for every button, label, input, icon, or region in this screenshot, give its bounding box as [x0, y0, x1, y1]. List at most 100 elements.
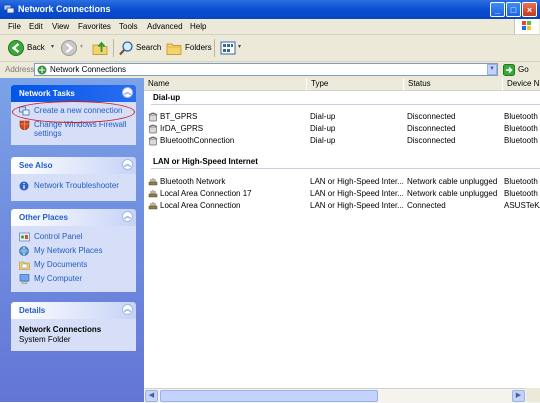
connection-row[interactable]: BluetoothConnection Dial-up Disconnected… — [146, 135, 540, 147]
menu-advanced[interactable]: Advanced — [147, 21, 183, 32]
menu-favorites[interactable]: Favorites — [78, 21, 111, 32]
my-documents-icon — [19, 261, 30, 270]
other-places-header[interactable]: Other Places ︽ — [11, 209, 136, 226]
group-header-lan: LAN or High-Speed Internet — [153, 157, 258, 166]
group-header-dial-up: Dial-up — [153, 93, 181, 102]
row-device: Bluetooth — [504, 136, 538, 145]
my-documents-label: My Documents — [34, 260, 88, 269]
connection-row[interactable]: Local Area Connection 17 LAN or High-Spe… — [146, 188, 540, 200]
window-title: Network Connections — [18, 4, 111, 14]
views-icon[interactable] — [220, 40, 236, 56]
search-button[interactable]: Search — [136, 43, 161, 53]
control-panel-icon — [19, 232, 30, 242]
details-header[interactable]: Details ︽ — [11, 302, 136, 319]
collapse-chevron-icon[interactable]: ︽ — [122, 159, 133, 170]
row-name: Local Area Connection — [160, 201, 241, 210]
network-tasks-header[interactable]: Network Tasks ︽ — [11, 85, 136, 102]
row-type: Dial-up — [310, 112, 336, 121]
maximize-button[interactable]: □ — [506, 2, 521, 17]
my-network-places-label: My Network Places — [34, 246, 103, 255]
row-type: Dial-up — [310, 136, 336, 145]
forward-arrow-icon[interactable] — [61, 40, 77, 56]
row-status: Network cable unplugged — [407, 177, 498, 186]
connection-row[interactable]: Local Area Connection LAN or High-Speed … — [146, 200, 540, 212]
details-name: Network Connections — [19, 325, 102, 334]
row-status: Disconnected — [407, 136, 456, 145]
column-header-name[interactable]: Name — [144, 78, 307, 91]
row-type: LAN or High-Speed Inter... — [310, 201, 404, 210]
folders-icon[interactable] — [166, 40, 182, 56]
column-header-status[interactable]: Status — [404, 78, 503, 91]
connection-row[interactable]: Bluetooth Network LAN or High-Speed Inte… — [146, 176, 540, 188]
network-tasks-title: Network Tasks — [19, 89, 75, 98]
address-dropdown-icon[interactable]: ▼ — [487, 64, 497, 75]
column-header-device-name[interactable]: Device Na — [503, 78, 540, 91]
row-device: Bluetooth — [504, 112, 538, 121]
row-device: Bluetooth — [504, 189, 538, 198]
row-name: Bluetooth Network — [160, 177, 226, 186]
lan-connection-icon — [148, 202, 158, 210]
see-also-title: See Also — [19, 161, 53, 170]
menu-tools[interactable]: Tools — [119, 21, 138, 32]
views-dropdown-icon[interactable]: ▾ — [238, 42, 241, 52]
my-computer-icon — [19, 274, 30, 284]
row-type: LAN or High-Speed Inter... — [310, 189, 404, 198]
menu-bar: File Edit View Favorites Tools Advanced … — [0, 19, 540, 35]
up-folder-icon[interactable] — [92, 39, 108, 56]
row-status: Disconnected — [407, 124, 456, 133]
see-also-header[interactable]: See Also ︽ — [11, 157, 136, 174]
toolbar-separator — [214, 39, 215, 57]
lan-connection-icon — [148, 178, 158, 186]
my-network-places-icon — [19, 246, 29, 256]
scrollbar-thumb[interactable] — [160, 390, 378, 402]
menu-file[interactable]: File — [8, 21, 21, 32]
annotation-highlight-ellipse — [12, 101, 135, 123]
column-header-type[interactable]: Type — [307, 78, 404, 91]
toolbar-separator — [113, 39, 114, 57]
back-arrow-icon[interactable] — [8, 40, 24, 56]
row-status: Connected — [407, 201, 446, 210]
search-icon[interactable] — [118, 40, 134, 56]
row-name: Local Area Connection 17 — [160, 189, 252, 198]
menu-view[interactable]: View — [52, 21, 69, 32]
my-network-places-link[interactable]: My Network Places — [19, 246, 132, 257]
other-places-body: Control Panel My Network Places My Docum… — [11, 226, 136, 292]
horizontal-scrollbar[interactable]: ◀ ▶ — [144, 388, 540, 403]
firewall-icon — [19, 120, 30, 130]
dial-up-phone-icon — [148, 136, 158, 146]
network-troubleshooter-link[interactable]: Network Troubleshooter — [19, 181, 132, 192]
folders-button[interactable]: Folders — [185, 43, 212, 53]
network-troubleshooter-label: Network Troubleshooter — [34, 181, 119, 190]
my-computer-link[interactable]: My Computer — [19, 274, 132, 285]
close-button[interactable]: × — [522, 2, 537, 17]
back-dropdown-icon[interactable]: ▾ — [51, 42, 54, 52]
network-connections-icon — [3, 4, 15, 14]
menu-help[interactable]: Help — [190, 21, 206, 32]
control-panel-link[interactable]: Control Panel — [19, 232, 132, 243]
control-panel-label: Control Panel — [34, 232, 83, 241]
minimize-button[interactable]: _ — [490, 2, 505, 17]
details-type: System Folder — [19, 335, 71, 344]
title-bar: Network Connections _ □ × — [0, 0, 540, 19]
size-grip[interactable] — [526, 388, 540, 402]
forward-dropdown-icon[interactable]: ▾ — [80, 42, 83, 52]
details-panel: Details ︽ Network Connections System Fol… — [11, 302, 136, 351]
go-arrow-icon[interactable] — [503, 64, 515, 76]
connection-row[interactable]: BT_GPRS Dial-up Disconnected Bluetooth — [146, 111, 540, 123]
scroll-left-arrow-icon[interactable]: ◀ — [145, 390, 158, 402]
collapse-chevron-icon[interactable]: ︽ — [122, 87, 133, 98]
menu-edit[interactable]: Edit — [29, 21, 43, 32]
row-name: BT_GPRS — [160, 112, 198, 121]
my-documents-link[interactable]: My Documents — [19, 260, 132, 271]
address-field[interactable]: Network Connections — [34, 63, 498, 76]
back-button[interactable]: Back — [27, 43, 45, 53]
go-button[interactable]: Go — [518, 65, 529, 75]
collapse-chevron-icon[interactable]: ︽ — [122, 211, 133, 222]
scroll-right-arrow-icon[interactable]: ▶ — [512, 390, 525, 402]
other-places-panel: Other Places ︽ Control Panel My Network … — [11, 209, 136, 292]
collapse-chevron-icon[interactable]: ︽ — [122, 304, 133, 315]
group-divider — [151, 104, 540, 105]
connection-row[interactable]: IrDA_GPRS Dial-up Disconnected Bluetooth — [146, 123, 540, 135]
details-body: Network Connections System Folder — [11, 319, 136, 351]
info-icon — [19, 181, 29, 191]
